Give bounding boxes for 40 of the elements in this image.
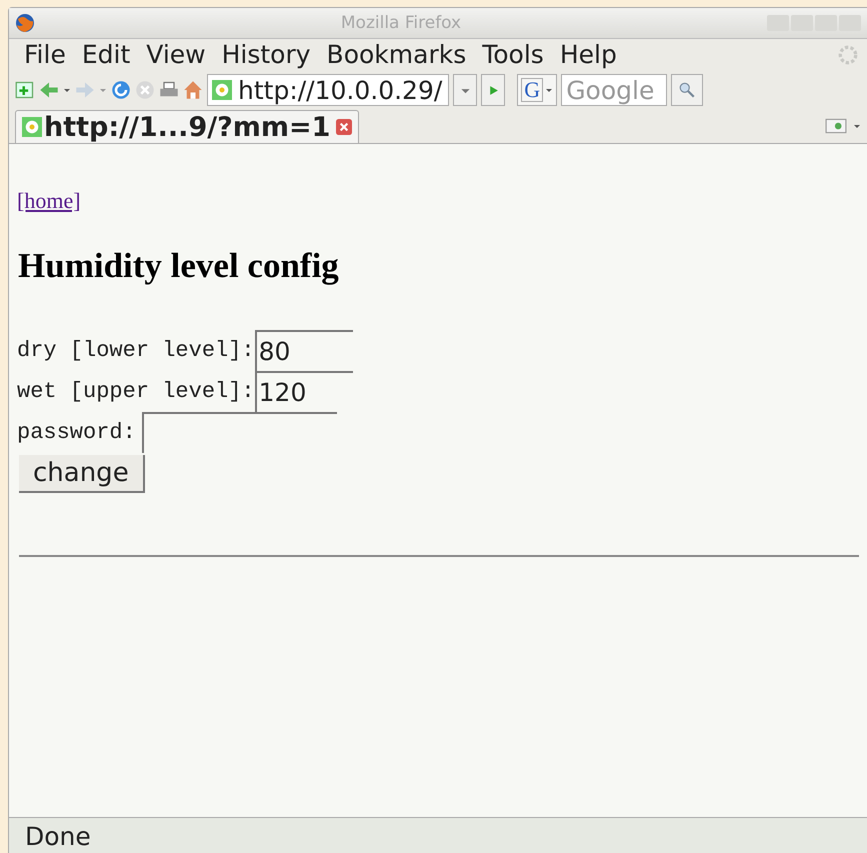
search-button[interactable]: [671, 74, 704, 106]
status-text: Done: [9, 817, 867, 853]
close-icon: [336, 119, 352, 135]
field-label: dry [lower level]:: [17, 338, 255, 363]
menu-item[interactable]: Tools: [475, 40, 553, 70]
throbber-icon: [837, 44, 859, 66]
input-field[interactable]: 120: [254, 371, 353, 412]
search-engine-button[interactable]: G: [517, 74, 558, 106]
page-heading: Humidity level config: [18, 246, 340, 286]
tab-list-icon[interactable]: [825, 117, 847, 135]
reload-icon[interactable]: [111, 80, 131, 100]
go-button[interactable]: [481, 74, 506, 106]
search-icon: [678, 81, 696, 99]
flower-icon: [212, 80, 232, 100]
password-field[interactable]: [142, 412, 337, 453]
close-tab-button[interactable]: [336, 119, 352, 135]
new-tab-icon[interactable]: [15, 80, 35, 100]
globe-icon: [15, 13, 35, 33]
field-label: wet [upper level]:: [17, 379, 255, 404]
home-link[interactable]: [home]: [17, 188, 81, 213]
dropdown-icon[interactable]: [63, 86, 71, 94]
home-icon[interactable]: [183, 80, 203, 100]
address-field[interactable]: http://10.0.0.29/: [207, 74, 450, 106]
browser-tab[interactable]: http://1...9/?mm=1: [15, 110, 360, 143]
dropdown-icon[interactable]: [853, 122, 861, 130]
menu-item[interactable]: Bookmarks: [320, 40, 476, 70]
menu-item[interactable]: History: [214, 40, 320, 70]
menu-item[interactable]: Help: [552, 40, 626, 70]
input-field[interactable]: 80: [254, 330, 353, 371]
search-engine-logo: G: [521, 78, 544, 102]
caret-icon: [545, 86, 554, 94]
history-dropdown-button[interactable]: [453, 74, 478, 106]
menu-item[interactable]: File: [17, 40, 75, 70]
change-button[interactable]: change: [19, 455, 145, 493]
menu-item[interactable]: Edit: [74, 40, 140, 70]
play-icon: [488, 84, 499, 96]
flower-icon: [22, 117, 42, 137]
field-label: password:: [17, 420, 136, 445]
menu-item[interactable]: View: [139, 40, 215, 70]
window-title: Mozilla Firefox: [340, 13, 462, 33]
